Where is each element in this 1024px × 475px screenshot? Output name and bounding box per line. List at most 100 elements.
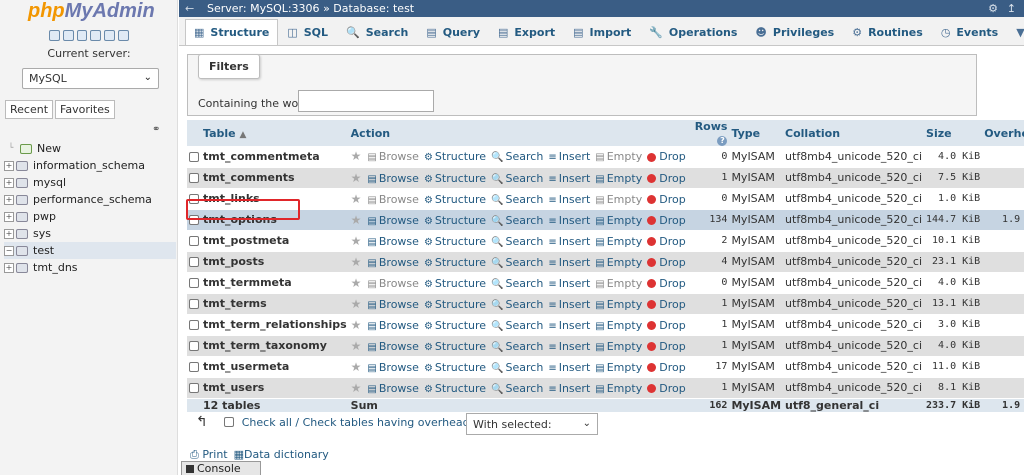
action-browse[interactable]: ▤ Browse (367, 150, 419, 163)
table-name-link[interactable]: tmt_posts (201, 251, 349, 273)
table-row[interactable]: tmt_users ★ ▤ Browse ⚙ Structure 🔍 Search ≡ Inser… (187, 377, 1024, 399)
row-checkbox[interactable] (189, 320, 199, 330)
table-size[interactable]: 4.0 KiB (924, 335, 983, 357)
expand-icon[interactable]: + (4, 177, 14, 188)
table-row[interactable]: tmt_comments ★ ▤ Browse ⚙ Structure 🔍 Search ≡ In… (187, 167, 1024, 189)
phpmyadmin-logo[interactable]: phpMyAdmin (28, 0, 155, 23)
table-row[interactable]: tmt_postmeta ★ ▤ Browse ⚙ Structure 🔍 Search ≡ In… (187, 230, 1024, 252)
table-row[interactable]: tmt_term_relationships ★ ▤ Browse ⚙ Structure… (187, 314, 1024, 336)
tab-privileges[interactable]: ☻ Privileges (746, 19, 843, 45)
action-empty[interactable]: ▤ Empty (595, 214, 642, 227)
tree-item-pwp[interactable]: + pwp (4, 208, 176, 225)
action-search[interactable]: 🔍 Search (491, 193, 543, 206)
tab-query[interactable]: ▤ Query (417, 19, 489, 45)
action-browse[interactable]: ▤ Browse (367, 277, 419, 290)
action-search[interactable]: 🔍 Search (491, 150, 543, 163)
action-browse[interactable]: ▤ Browse (367, 256, 419, 269)
breadcrumb-database[interactable]: Database: test (333, 2, 414, 15)
table-name-link[interactable]: tmt_usermeta (201, 356, 349, 378)
favorite-star-icon[interactable]: ★ (351, 339, 362, 353)
action-empty[interactable]: ▤ Empty (595, 256, 642, 269)
action-structure[interactable]: ⚙ Structure (424, 298, 486, 311)
tree-item-performance-schema[interactable]: + performance_schema (4, 191, 176, 208)
action-search[interactable]: 🔍 Search (491, 361, 543, 374)
table-name-link[interactable]: tmt_postmeta (201, 230, 349, 252)
action-structure[interactable]: ⚙ Structure (424, 214, 486, 227)
action-structure[interactable]: ⚙ Structure (424, 361, 486, 374)
action-search[interactable]: 🔍 Search (491, 298, 543, 311)
header-size[interactable]: Size (924, 120, 983, 146)
favorite-star-icon[interactable]: ★ (351, 318, 362, 332)
expand-icon[interactable]: − (4, 245, 14, 256)
docs-icon[interactable] (90, 30, 102, 41)
action-drop[interactable]: Drop (647, 172, 686, 185)
table-row[interactable]: tmt_commentmeta ★ ▤ Browse ⚙ Structure 🔍 Search… (187, 146, 1024, 168)
action-browse[interactable]: ▤ Browse (367, 319, 419, 332)
action-structure[interactable]: ⚙ Structure (424, 150, 486, 163)
tree-item-test[interactable]: − test (4, 242, 176, 259)
table-name-link[interactable]: tmt_term_relationships (201, 314, 349, 336)
favorite-star-icon[interactable]: ★ (351, 213, 362, 227)
action-insert[interactable]: ≡ Insert (548, 277, 590, 290)
table-size[interactable]: 10.1 KiB (924, 230, 983, 252)
table-name-link[interactable]: tmt_commentmeta (201, 146, 349, 168)
favorite-star-icon[interactable]: ★ (351, 276, 362, 290)
tree-item-mysql[interactable]: + mysql (4, 174, 176, 191)
action-insert[interactable]: ≡ Insert (548, 319, 590, 332)
action-browse[interactable]: ▤ Browse (367, 193, 419, 206)
action-insert[interactable]: ≡ Insert (548, 235, 590, 248)
table-size[interactable]: 144.7 KiB (924, 209, 983, 231)
action-browse[interactable]: ▤ Browse (367, 172, 419, 185)
action-insert[interactable]: ≡ Insert (548, 150, 590, 163)
tab-events[interactable]: ◷ Events (932, 19, 1007, 45)
table-row[interactable]: tmt_posts ★ ▤ Browse ⚙ Structure 🔍 Search ≡ Inser… (187, 251, 1024, 273)
action-browse[interactable]: ▤ Browse (367, 340, 419, 353)
help-icon[interactable] (76, 30, 88, 41)
action-structure[interactable]: ⚙ Structure (424, 193, 486, 206)
table-row[interactable]: tmt_usermeta ★ ▤ Browse ⚙ Structure 🔍 Search ≡ In… (187, 356, 1024, 378)
row-checkbox[interactable] (189, 194, 199, 204)
row-checkbox[interactable] (189, 299, 199, 309)
action-drop[interactable]: Drop (647, 361, 686, 374)
filter-input[interactable] (298, 90, 434, 112)
tab-more[interactable]: ▼More (1007, 19, 1024, 45)
action-empty[interactable]: ▤ Empty (595, 193, 642, 206)
action-structure[interactable]: ⚙ Structure (424, 256, 486, 269)
action-drop[interactable]: Drop (647, 298, 686, 311)
row-checkbox[interactable] (189, 341, 199, 351)
table-name-link[interactable]: tmt_comments (201, 167, 349, 189)
action-search[interactable]: 🔍 Search (491, 172, 543, 185)
tab-import[interactable]: ▤ Import (564, 19, 640, 45)
tab-export[interactable]: ▤ Export (489, 19, 564, 45)
action-empty[interactable]: ▤ Empty (595, 172, 642, 185)
action-drop[interactable]: Drop (647, 382, 686, 395)
tree-item-New[interactable]: └ New (4, 140, 176, 157)
console-toggle[interactable]: Console (181, 461, 261, 475)
tab-sql[interactable]: ◫ SQL (278, 19, 337, 45)
action-empty[interactable]: ▤ Empty (595, 319, 642, 332)
tree-item-tmt-dns[interactable]: + tmt_dns (4, 259, 176, 276)
action-empty[interactable]: ▤ Empty (595, 382, 642, 395)
action-insert[interactable]: ≡ Insert (548, 172, 590, 185)
action-empty[interactable]: ▤ Empty (595, 150, 642, 163)
action-drop[interactable]: Drop (647, 340, 686, 353)
expand-icon[interactable]: + (4, 160, 14, 171)
reload-icon[interactable] (118, 30, 129, 41)
table-size[interactable]: 3.0 KiB (924, 314, 983, 336)
action-drop[interactable]: Drop (647, 214, 686, 227)
table-size[interactable]: 4.0 KiB (924, 146, 983, 168)
table-size[interactable]: 13.1 KiB (924, 293, 983, 315)
row-checkbox[interactable] (189, 215, 199, 225)
action-browse[interactable]: ▤ Browse (367, 214, 419, 227)
action-search[interactable]: 🔍 Search (491, 214, 543, 227)
action-search[interactable]: 🔍 Search (491, 382, 543, 395)
expand-icon[interactable]: + (4, 211, 14, 222)
action-insert[interactable]: ≡ Insert (548, 256, 590, 269)
tab-search[interactable]: 🔍 Search (337, 19, 417, 45)
table-row[interactable]: tmt_terms ★ ▤ Browse ⚙ Structure 🔍 Search ≡ Inser… (187, 293, 1024, 315)
action-drop[interactable]: Drop (647, 319, 686, 332)
action-empty[interactable]: ▤ Empty (595, 235, 642, 248)
action-empty[interactable]: ▤ Empty (595, 298, 642, 311)
home-icon[interactable] (49, 30, 60, 41)
data-dictionary-link[interactable]: ▦Data dictionary (234, 448, 329, 462)
